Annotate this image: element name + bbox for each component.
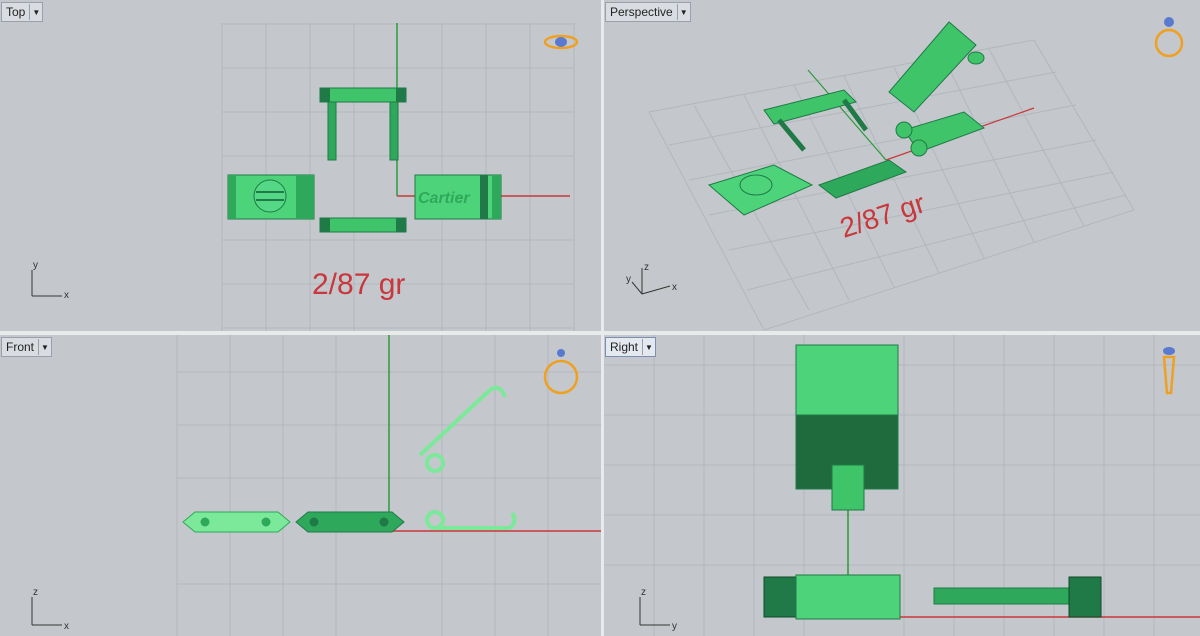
right-barrel-part[interactable] [763,574,901,620]
svg-text:x: x [64,290,69,301]
dropdown-arrow-icon[interactable]: ▼ [642,339,655,355]
svg-text:x: x [672,282,677,293]
ring-gizmo-icon[interactable] [543,349,579,395]
axis-indicator: x z y [626,262,677,295]
tab-top-label: Top [6,5,26,19]
svg-text:z: z [33,587,38,598]
viewport-divider-vertical[interactable] [601,0,604,636]
svg-text:z: z [641,587,646,598]
right-pin-part[interactable] [933,576,1102,618]
viewport-layout: Cartier x y Top ▼ 2/87 gr x z y Perspect… [0,0,1200,636]
dropdown-arrow-icon[interactable]: ▼ [676,4,690,20]
tab-front[interactable]: Front ▼ [1,337,53,357]
svg-text:x: x [64,621,69,632]
viewport-right[interactable]: y z Right ▼ [604,335,1200,636]
svg-text:z: z [644,262,649,273]
tab-top[interactable]: Top ▼ [1,2,44,22]
front-link-middle[interactable] [295,511,405,533]
tab-right-label: Right [610,340,639,354]
tab-perspective-label: Perspective [610,5,673,19]
ring-gizmo-icon[interactable] [1162,347,1176,395]
viewport-top[interactable]: Cartier x y Top ▼ 2/87 gr [0,0,601,331]
front-hinge-lower[interactable] [425,510,517,530]
pin-part-bottom[interactable] [319,217,407,233]
weight-label: 2/87 gr [312,268,406,301]
tab-perspective[interactable]: Perspective ▼ [605,2,691,22]
svg-text:y: y [626,274,631,285]
front-link-left[interactable] [182,511,291,533]
viewport-front[interactable]: x z Front ▼ [0,335,601,636]
dropdown-arrow-icon[interactable]: ▼ [38,339,51,355]
svg-text:y: y [33,260,38,271]
perspective-hinge-part[interactable] [888,21,986,157]
perspective-screw-part[interactable] [707,164,814,216]
svg-text:y: y [672,621,677,632]
engraving-text: Cartier [418,190,470,207]
right-canvas: y z [604,335,1200,636]
axis-indicator: x y [31,260,69,301]
tab-right[interactable]: Right ▼ [605,337,657,357]
axis-indicator: y z [639,587,677,632]
top-canvas: Cartier x y [31,23,579,331]
dropdown-arrow-icon[interactable]: ▼ [29,4,42,20]
perspective-canvas: x z y [626,17,1184,331]
viewport-divider-horizontal[interactable] [0,331,1200,335]
axis-indicator: x z [31,587,69,632]
front-canvas: x z [31,335,601,636]
pin-part-top[interactable] [319,87,407,161]
ring-gizmo-icon[interactable] [543,34,579,50]
viewport-perspective[interactable]: x z y Perspective ▼ 2/87 gr [604,0,1200,331]
right-hinge-part[interactable] [795,344,899,511]
ring-gizmo-icon[interactable] [1154,17,1184,58]
tab-front-label: Front [6,340,35,354]
screw-link-part[interactable] [227,174,315,220]
front-hinge-upper[interactable] [418,385,507,473]
